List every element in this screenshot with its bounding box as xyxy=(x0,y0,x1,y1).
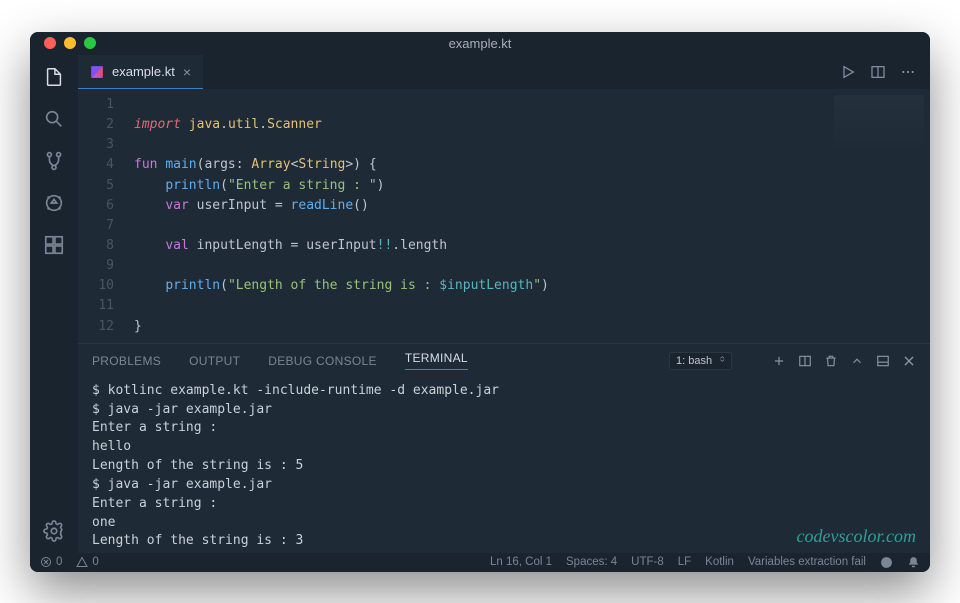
editor-actions xyxy=(840,55,930,89)
tab-filename: example.kt xyxy=(112,64,175,79)
explorer-icon[interactable] xyxy=(42,65,66,89)
more-actions-icon[interactable] xyxy=(900,64,916,80)
status-cursor[interactable]: Ln 16, Col 1 xyxy=(490,556,552,568)
panel-action-icons xyxy=(772,354,916,368)
bottom-panel: PROBLEMS OUTPUT DEBUG CONSOLE TERMINAL 1… xyxy=(78,343,930,553)
window-title: example.kt xyxy=(30,36,930,51)
terminal[interactable]: $ kotlinc example.kt -include-runtime -d… xyxy=(78,378,930,553)
terminal-select[interactable]: 1: bash xyxy=(669,352,732,370)
extensions-icon[interactable] xyxy=(42,233,66,257)
status-lang[interactable]: Kotlin xyxy=(705,556,734,568)
split-terminal-icon[interactable] xyxy=(798,354,812,368)
split-editor-icon[interactable] xyxy=(870,64,886,80)
run-icon[interactable] xyxy=(840,64,856,80)
source-control-icon[interactable] xyxy=(42,149,66,173)
status-eol[interactable]: LF xyxy=(678,556,691,568)
panel-tabs: PROBLEMS OUTPUT DEBUG CONSOLE TERMINAL 1… xyxy=(78,344,930,378)
tab-example-kt[interactable]: example.kt × xyxy=(78,55,203,89)
search-icon[interactable] xyxy=(42,107,66,131)
status-warnings[interactable]: 0 xyxy=(76,556,98,568)
status-extra[interactable]: Variables extraction fail xyxy=(748,556,866,568)
tab-bar: example.kt × xyxy=(78,55,930,89)
settings-gear-icon[interactable] xyxy=(42,519,66,543)
panel-tab-problems[interactable]: PROBLEMS xyxy=(92,354,161,368)
panel-tab-debug[interactable]: DEBUG CONSOLE xyxy=(268,354,377,368)
status-errors[interactable]: 0 xyxy=(40,556,62,568)
kotlin-file-icon xyxy=(90,65,104,79)
minimap[interactable] xyxy=(834,95,924,155)
debug-icon[interactable] xyxy=(42,191,66,215)
close-panel-icon[interactable] xyxy=(902,354,916,368)
status-encoding[interactable]: UTF-8 xyxy=(631,556,664,568)
panel-tab-output[interactable]: OUTPUT xyxy=(189,354,240,368)
vscode-window: example.kt xyxy=(30,32,930,572)
tab-close-icon[interactable]: × xyxy=(183,64,191,80)
watermark: codevscolor.com xyxy=(797,523,916,549)
status-spaces[interactable]: Spaces: 4 xyxy=(566,556,617,568)
maximize-panel-icon[interactable] xyxy=(850,354,864,368)
line-gutter: 123456789101112 xyxy=(78,89,124,343)
panel-tab-terminal[interactable]: TERMINAL xyxy=(405,351,468,370)
toggle-panel-icon[interactable] xyxy=(876,354,890,368)
status-bar: 0 0 Ln 16, Col 1 Spaces: 4 UTF-8 LF Kotl… xyxy=(30,553,930,572)
code-content[interactable]: import java.util.Scanner fun main(args: … xyxy=(124,89,930,343)
window-body: example.kt × 123456789101112 xyxy=(30,55,930,553)
status-bell-icon[interactable] xyxy=(907,556,920,569)
code-editor[interactable]: 123456789101112 import java.util.Scanner… xyxy=(78,89,930,343)
status-feedback-icon[interactable] xyxy=(880,556,893,569)
activity-bar xyxy=(30,55,78,553)
titlebar: example.kt xyxy=(30,32,930,56)
kill-terminal-icon[interactable] xyxy=(824,354,838,368)
main-area: example.kt × 123456789101112 xyxy=(78,55,930,553)
new-terminal-icon[interactable] xyxy=(772,354,786,368)
